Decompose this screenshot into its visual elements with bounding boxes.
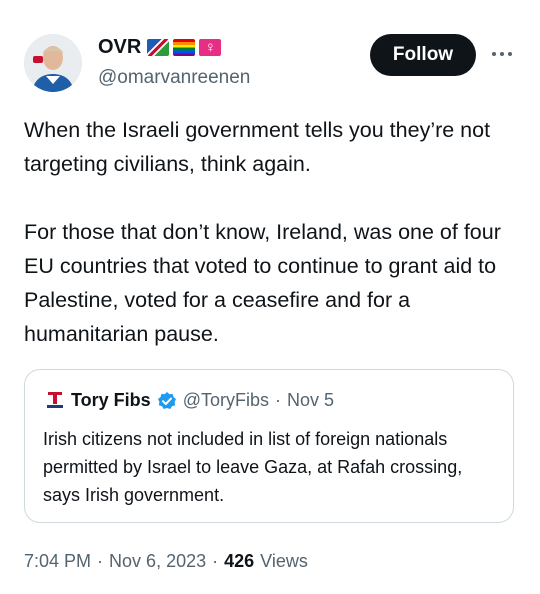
tweet-date[interactable]: Nov 6, 2023 (109, 551, 206, 572)
quoted-separator: · (274, 390, 281, 410)
quoted-tweet-card[interactable]: Tory Fibs @ToryFibs · Nov 5 Irish citize… (24, 369, 514, 523)
views-label: Views (260, 551, 308, 571)
follow-button[interactable]: Follow (370, 34, 476, 76)
display-name[interactable]: OVR (98, 36, 141, 59)
meta-separator: · (212, 551, 219, 571)
name-flags: ♀ (147, 39, 222, 56)
views-count: 426 (224, 551, 255, 571)
verified-badge-icon (157, 391, 177, 411)
tweet-time[interactable]: 7:04 PM (24, 551, 91, 572)
author-handle[interactable]: @omarvanreenen (98, 67, 250, 89)
quoted-text: Irish citizens not included in list of f… (43, 429, 463, 505)
more-options-icon[interactable] (492, 46, 518, 62)
display-name-row: OVR ♀ (98, 36, 222, 59)
quoted-handle: @ToryFibs (182, 390, 269, 410)
avatar[interactable] (24, 34, 82, 92)
meta-separator: · (97, 551, 104, 571)
tweet-meta: 7:04 PM · Nov 6, 2023 · 426 Views (24, 551, 308, 572)
rainbow-flag-icon (173, 39, 196, 56)
tweet-text: When the Israeli government tells you th… (24, 118, 501, 346)
quoted-name: Tory Fibs (71, 390, 151, 410)
quoted-avatar-icon (45, 391, 65, 411)
avatar-photo (24, 34, 82, 92)
female-sign-icon: ♀ (199, 39, 222, 56)
quoted-tweet-header: Tory Fibs @ToryFibs · Nov 5 (45, 390, 334, 411)
quoted-date: Nov 5 (286, 390, 335, 410)
namibia-flag-icon (147, 39, 170, 56)
